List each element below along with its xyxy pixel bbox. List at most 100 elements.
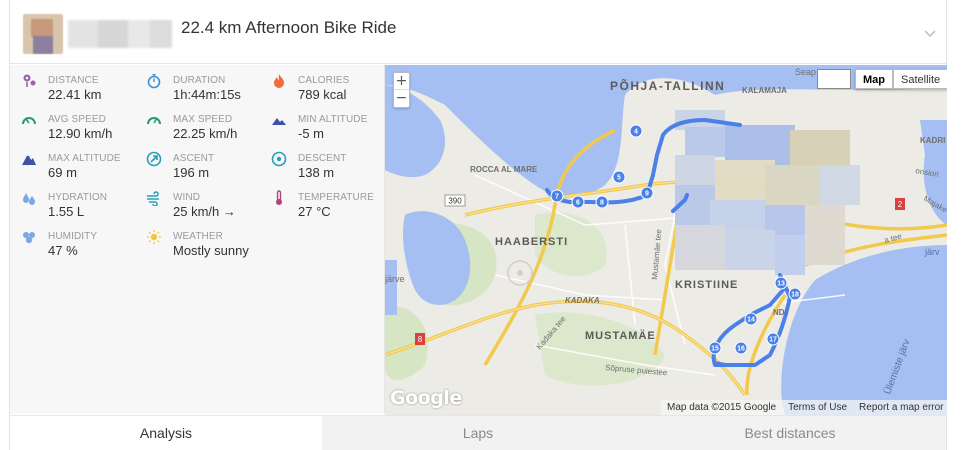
google-logo[interactable]: Google bbox=[390, 387, 462, 409]
map-label: järve bbox=[385, 274, 405, 284]
route-marker-13[interactable]: 13 bbox=[774, 276, 788, 290]
stat-label: Min Altitude bbox=[298, 114, 368, 125]
stat-label: Weather bbox=[173, 231, 223, 242]
route-marker-15[interactable]: 15 bbox=[708, 341, 722, 355]
stat-label: Distance bbox=[48, 75, 99, 86]
map-type-map-button[interactable]: Map bbox=[855, 69, 893, 89]
route-map[interactable]: 4 5 6 7 8 9 13 14 15 16 17 18 390 2 8 PÕ… bbox=[385, 65, 947, 415]
descent-icon bbox=[271, 151, 287, 167]
stat-value: 27 °C bbox=[298, 204, 331, 219]
stat-value: 47 % bbox=[48, 243, 78, 258]
stat-label: Humidity bbox=[48, 231, 98, 242]
stat-value: 22.25 km/h bbox=[173, 126, 238, 141]
route-marker-17[interactable]: 17 bbox=[766, 332, 780, 346]
svg-text:9: 9 bbox=[645, 191, 649, 198]
tab-best-distances[interactable]: Best distances bbox=[634, 416, 946, 450]
map-type-satellite-button[interactable]: Satellite bbox=[893, 69, 947, 89]
stat-temperature: Temperature 27 °C bbox=[260, 182, 382, 219]
athlete-name-blurred[interactable] bbox=[68, 20, 172, 48]
stat-duration: Duration 1h:44m:15s bbox=[135, 65, 257, 102]
stat-label: Hydration bbox=[48, 192, 108, 203]
route-marker-16[interactable]: 16 bbox=[734, 341, 748, 355]
map-label: KADAKA bbox=[565, 296, 600, 305]
mountain-low-icon bbox=[272, 118, 286, 125]
stat-value: 12.90 km/h bbox=[48, 126, 113, 141]
svg-text:15: 15 bbox=[711, 346, 719, 353]
stats-panel: Distance 22.41 km Duration 1h:44m:15s Ca… bbox=[10, 65, 385, 414]
stat-label: Calories bbox=[298, 75, 350, 86]
map-label: ROCCA AL MARE bbox=[470, 165, 538, 174]
report-map-error-link[interactable]: Report a map error bbox=[853, 400, 947, 415]
map-label: MUSTAMÄE bbox=[585, 329, 656, 342]
route-marker-5[interactable]: 5 bbox=[612, 170, 626, 184]
stat-label: Avg Speed bbox=[48, 114, 106, 125]
svg-text:13: 13 bbox=[777, 281, 785, 288]
terms-of-use-link[interactable]: Terms of Use bbox=[782, 400, 853, 415]
tab-laps[interactable]: Laps bbox=[322, 416, 634, 450]
road-sign-390: 390 bbox=[444, 194, 466, 207]
stat-value: 789 kcal bbox=[298, 87, 347, 102]
map-label: KRISTIINE bbox=[675, 279, 738, 291]
svg-text:8: 8 bbox=[418, 335, 423, 344]
stat-hydration: Hydration 1.55 L bbox=[10, 182, 132, 219]
route-marker-7[interactable]: 7 bbox=[550, 189, 564, 203]
zoom-out-button[interactable]: − bbox=[394, 90, 409, 107]
svg-text:6: 6 bbox=[576, 200, 580, 207]
map-canvas[interactable]: 4 5 6 7 8 9 13 14 15 16 17 18 390 2 8 PÕ… bbox=[385, 65, 947, 415]
svg-text:390: 390 bbox=[448, 197, 462, 206]
mountain-high-icon bbox=[22, 154, 36, 165]
route-marker-6[interactable]: 6 bbox=[571, 195, 585, 209]
stat-value: -5 m bbox=[298, 126, 324, 141]
stat-descent: Descent 138 m bbox=[260, 143, 382, 180]
road-sign-2: 2 bbox=[895, 198, 905, 210]
flame-icon bbox=[274, 74, 284, 88]
svg-text:5: 5 bbox=[617, 175, 621, 182]
activity-tabs: Analysis Laps Best distances bbox=[10, 415, 946, 450]
map-layer-selector[interactable] bbox=[817, 69, 851, 89]
route-marker-18[interactable]: 18 bbox=[788, 287, 802, 301]
svg-text:2: 2 bbox=[898, 200, 903, 209]
map-label: KADRI bbox=[920, 136, 945, 145]
zoom-control: + − bbox=[393, 72, 410, 108]
drops-icon bbox=[23, 193, 35, 205]
road-sign-8: 8 bbox=[415, 333, 425, 345]
svg-text:4: 4 bbox=[634, 129, 638, 136]
avatar[interactable] bbox=[23, 14, 63, 54]
stat-max-altitude: Max Altitude 69 m bbox=[10, 143, 132, 180]
speedometer-icon bbox=[22, 117, 36, 125]
svg-text:7: 7 bbox=[555, 194, 559, 201]
stat-calories: Calories 789 kcal bbox=[260, 65, 382, 102]
speedometer-max-icon bbox=[147, 117, 161, 125]
stat-label: Ascent bbox=[173, 153, 215, 164]
route-marker-14[interactable]: 14 bbox=[744, 312, 758, 326]
stat-value: 69 m bbox=[48, 165, 77, 180]
humidity-icon bbox=[23, 232, 35, 244]
map-label: PÕHJA-TALLINN bbox=[610, 78, 725, 93]
svg-text:16: 16 bbox=[737, 346, 745, 353]
route-marker-4[interactable]: 4 bbox=[629, 124, 643, 138]
zoom-in-button[interactable]: + bbox=[394, 73, 409, 90]
chevron-down-icon[interactable] bbox=[922, 25, 938, 41]
stat-label: Temperature bbox=[298, 192, 374, 203]
stat-value: 1h:44m:15s bbox=[173, 87, 241, 102]
stat-avg-speed: Avg Speed 12.90 km/h bbox=[10, 104, 132, 141]
activity-card: 22.4 km Afternoon Bike Ride Distance 22.… bbox=[9, 0, 947, 450]
route-marker-9[interactable]: 9 bbox=[640, 186, 654, 200]
stat-value: 22.41 km bbox=[48, 87, 102, 102]
stat-value: 25 km/h → bbox=[173, 204, 236, 219]
tab-analysis[interactable]: Analysis bbox=[10, 416, 322, 450]
stat-humidity: Humidity 47 % bbox=[10, 221, 132, 258]
svg-text:8: 8 bbox=[600, 200, 604, 207]
thermometer-icon bbox=[276, 190, 282, 205]
ascent-icon bbox=[146, 151, 162, 167]
map-data-credit: Map data ©2015 Google bbox=[667, 402, 777, 413]
route-marker-8[interactable]: 8 bbox=[595, 195, 609, 209]
stat-value: 196 m bbox=[173, 165, 210, 180]
map-attribution: Map data ©2015 Google Terms of Use Repor… bbox=[661, 400, 947, 415]
stat-label: Descent bbox=[298, 153, 347, 164]
stat-label: Max Altitude bbox=[48, 153, 121, 164]
map-label: KALAMAJA bbox=[742, 86, 787, 95]
stat-ascent: Ascent 196 m bbox=[135, 143, 257, 180]
stat-label: Duration bbox=[173, 75, 226, 86]
stat-value: 138 m bbox=[298, 165, 335, 180]
